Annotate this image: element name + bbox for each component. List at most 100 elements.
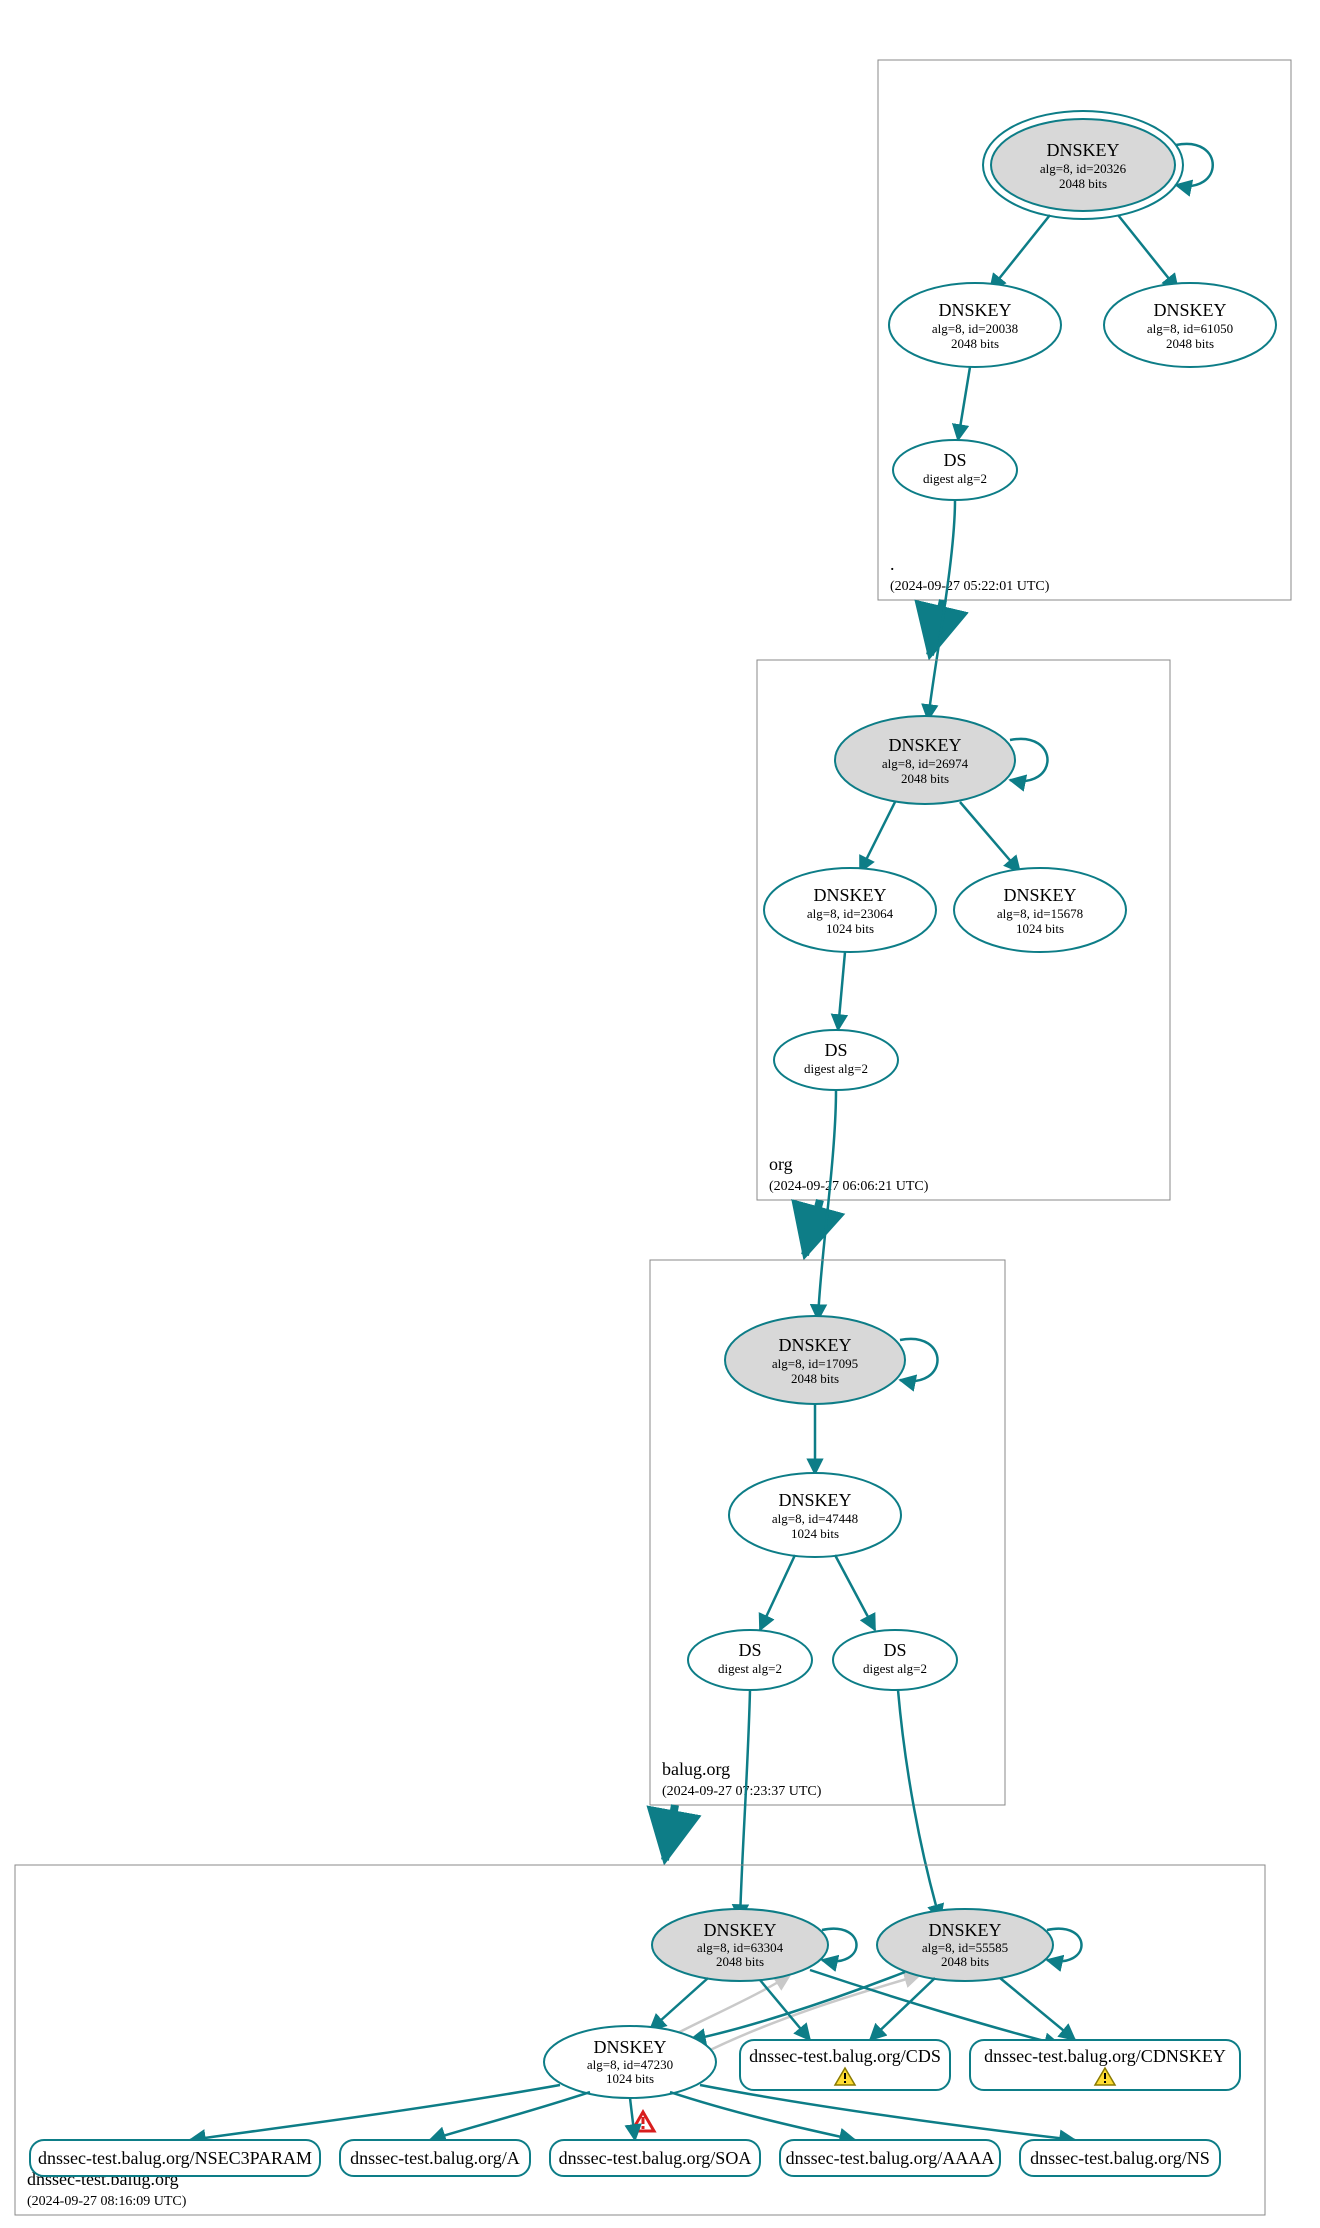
- delegation-arrow: [805, 1200, 820, 1255]
- svg-text:DNSKEY: DNSKEY: [928, 1920, 1001, 1940]
- svg-text:digest alg=2: digest alg=2: [718, 1661, 782, 1676]
- node-test-ksk2: DNSKEY alg=8, id=55585 2048 bits: [877, 1909, 1082, 1981]
- svg-text:1024 bits: 1024 bits: [1016, 921, 1064, 936]
- node-root-ksk: DNSKEY alg=8, id=20326 2048 bits: [983, 111, 1213, 219]
- edge: [838, 952, 845, 1030]
- edge: [960, 802, 1020, 872]
- node-org-ksk: DNSKEY alg=8, id=26974 2048 bits: [835, 716, 1048, 804]
- node-test-zsk: DNSKEY alg=8, id=47230 1024 bits: [544, 2026, 716, 2098]
- node-balug-zsk: DNSKEY alg=8, id=47448 1024 bits: [729, 1473, 901, 1557]
- svg-text:DNSKEY: DNSKEY: [703, 1920, 776, 1940]
- edge: [760, 1555, 795, 1630]
- edge: [190, 2085, 560, 2140]
- error-icon: [632, 2112, 654, 2131]
- edge: [1118, 215, 1178, 290]
- svg-text:dnssec-test.balug.org/A: dnssec-test.balug.org/A: [350, 2148, 520, 2168]
- svg-text:DNSKEY: DNSKEY: [1046, 140, 1119, 160]
- svg-text:2048 bits: 2048 bits: [901, 771, 949, 786]
- svg-text:DNSKEY: DNSKEY: [1003, 885, 1076, 905]
- node-balug-ds1: DS digest alg=2: [688, 1630, 812, 1690]
- svg-text:DNSKEY: DNSKEY: [888, 735, 961, 755]
- edge: [835, 1555, 875, 1630]
- svg-text:DNSKEY: DNSKEY: [778, 1335, 851, 1355]
- svg-text:2048 bits: 2048 bits: [716, 1954, 764, 1969]
- svg-text:digest alg=2: digest alg=2: [804, 1061, 868, 1076]
- node-root-zsk2: DNSKEY alg=8, id=61050 2048 bits: [1104, 283, 1276, 367]
- edge: [860, 802, 895, 872]
- svg-text:alg=8, id=47230: alg=8, id=47230: [587, 2057, 673, 2072]
- edge: [810, 1970, 1060, 2045]
- svg-text:1024 bits: 1024 bits: [791, 1526, 839, 1541]
- rrset-cds: dnssec-test.balug.org/CDS: [740, 2040, 950, 2090]
- svg-text:2048 bits: 2048 bits: [791, 1371, 839, 1386]
- zone-balug: balug.org (2024-09-27 07:23:37 UTC) DNSK…: [650, 1260, 1005, 1805]
- svg-text:alg=8, id=61050: alg=8, id=61050: [1147, 321, 1233, 336]
- svg-text:DNSKEY: DNSKEY: [593, 2037, 666, 2057]
- edge: [630, 2098, 635, 2140]
- node-balug-ds2: DS digest alg=2: [833, 1630, 957, 1690]
- svg-text:DS: DS: [943, 450, 966, 470]
- zone-root-ts: (2024-09-27 05:22:01 UTC): [890, 579, 1050, 594]
- svg-text:DNSKEY: DNSKEY: [1153, 300, 1226, 320]
- svg-text:2048 bits: 2048 bits: [941, 1954, 989, 1969]
- zone-org: org (2024-09-27 06:06:21 UTC) DNSKEY alg…: [757, 660, 1170, 1200]
- svg-text:1024 bits: 1024 bits: [826, 921, 874, 936]
- node-root-zsk1: DNSKEY alg=8, id=20038 2048 bits: [889, 283, 1061, 367]
- rrset-nsec3param: dnssec-test.balug.org/NSEC3PARAM: [30, 2140, 320, 2176]
- delegation-arrow: [665, 1805, 675, 1860]
- rrset-a: dnssec-test.balug.org/A: [340, 2140, 530, 2176]
- svg-text:DNSKEY: DNSKEY: [813, 885, 886, 905]
- svg-text:2048 bits: 2048 bits: [1166, 336, 1214, 351]
- zone-balug-label: balug.org: [662, 1759, 730, 1779]
- svg-text:dnssec-test.balug.org/NSEC3PAR: dnssec-test.balug.org/NSEC3PARAM: [38, 2148, 312, 2168]
- svg-text:alg=8, id=55585: alg=8, id=55585: [922, 1940, 1008, 1955]
- svg-text:DS: DS: [824, 1040, 847, 1060]
- svg-text:dnssec-test.balug.org/CDNSKEY: dnssec-test.balug.org/CDNSKEY: [984, 2046, 1226, 2066]
- edge: [700, 2085, 1075, 2140]
- zone-root: . (2024-09-27 05:22:01 UTC) DNSKEY alg=8…: [878, 60, 1291, 600]
- zone-test: dnssec-test.balug.org (2024-09-27 08:16:…: [15, 1865, 1265, 2215]
- svg-text:alg=8, id=17095: alg=8, id=17095: [772, 1356, 858, 1371]
- svg-text:alg=8, id=63304: alg=8, id=63304: [697, 1940, 784, 1955]
- svg-text:dnssec-test.balug.org/AAAA: dnssec-test.balug.org/AAAA: [786, 2148, 995, 2168]
- svg-text:DS: DS: [883, 1640, 906, 1660]
- node-test-ksk1: DNSKEY alg=8, id=63304 2048 bits: [652, 1909, 857, 1981]
- svg-text:digest alg=2: digest alg=2: [923, 471, 987, 486]
- svg-text:alg=8, id=26974: alg=8, id=26974: [882, 756, 969, 771]
- svg-text:alg=8, id=15678: alg=8, id=15678: [997, 906, 1083, 921]
- svg-text:DNSKEY: DNSKEY: [778, 1490, 851, 1510]
- svg-text:DS: DS: [738, 1640, 761, 1660]
- edge: [990, 215, 1050, 290]
- svg-text:2048 bits: 2048 bits: [1059, 176, 1107, 191]
- svg-text:alg=8, id=47448: alg=8, id=47448: [772, 1511, 858, 1526]
- node-org-zsk1: DNSKEY alg=8, id=23064 1024 bits: [764, 868, 936, 952]
- svg-text:dnssec-test.balug.org/CDS: dnssec-test.balug.org/CDS: [749, 2046, 941, 2066]
- rrset-ns: dnssec-test.balug.org/NS: [1020, 2140, 1220, 2176]
- node-balug-ksk: DNSKEY alg=8, id=17095 2048 bits: [725, 1316, 938, 1404]
- edge: [690, 1972, 905, 2040]
- rrset-aaaa: dnssec-test.balug.org/AAAA: [780, 2140, 1000, 2176]
- svg-text:alg=8, id=20326: alg=8, id=20326: [1040, 161, 1127, 176]
- zone-balug-ts: (2024-09-27 07:23:37 UTC): [662, 1784, 822, 1799]
- zone-org-ts: (2024-09-27 06:06:21 UTC): [769, 1179, 929, 1194]
- edge: [1000, 1978, 1075, 2040]
- svg-text:dnssec-test.balug.org/NS: dnssec-test.balug.org/NS: [1030, 2148, 1210, 2168]
- svg-text:DNSKEY: DNSKEY: [938, 300, 1011, 320]
- zone-org-label: org: [769, 1154, 793, 1174]
- rrset-cdnskey: dnssec-test.balug.org/CDNSKEY: [970, 2040, 1240, 2090]
- svg-text:alg=8, id=23064: alg=8, id=23064: [807, 906, 894, 921]
- zone-root-label: .: [890, 554, 895, 574]
- node-org-ds: DS digest alg=2: [774, 1030, 898, 1090]
- zone-test-ts: (2024-09-27 08:16:09 UTC): [27, 2194, 187, 2209]
- svg-text:1024 bits: 1024 bits: [606, 2071, 654, 2086]
- svg-text:alg=8, id=20038: alg=8, id=20038: [932, 321, 1018, 336]
- edge: [958, 367, 970, 440]
- dnssec-graph: . (2024-09-27 05:22:01 UTC) DNSKEY alg=8…: [0, 0, 1320, 2228]
- svg-text:digest alg=2: digest alg=2: [863, 1661, 927, 1676]
- node-root-ds: DS digest alg=2: [893, 440, 1017, 500]
- edge: [430, 2092, 590, 2140]
- edge: [670, 2092, 855, 2140]
- svg-text:2048 bits: 2048 bits: [951, 336, 999, 351]
- node-org-zsk2: DNSKEY alg=8, id=15678 1024 bits: [954, 868, 1126, 952]
- svg-text:dnssec-test.balug.org/SOA: dnssec-test.balug.org/SOA: [559, 2148, 752, 2168]
